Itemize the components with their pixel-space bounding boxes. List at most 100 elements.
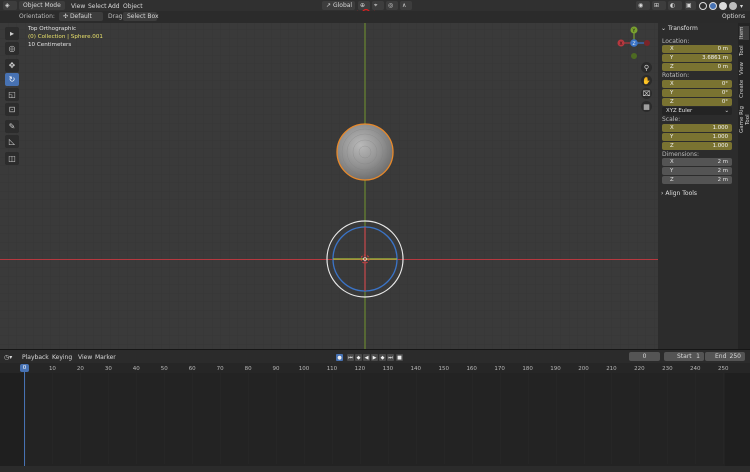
transform-orientation-dropdown[interactable]: ↗ Global: [322, 1, 355, 10]
scale-z-field[interactable]: Z 1.000: [662, 142, 732, 150]
timeline-tick-label: 160: [466, 366, 477, 372]
sphere-object[interactable]: [336, 123, 394, 181]
jump-start-button[interactable]: ⏮: [347, 354, 354, 361]
play-reverse-button[interactable]: ◀: [363, 354, 370, 361]
rotate-icon: ↻: [8, 75, 16, 84]
default-orientation-icon: ✣: [63, 13, 70, 20]
axis-label: Z: [670, 143, 674, 149]
scale-x-field[interactable]: X 1.000: [662, 124, 732, 132]
timeline-menu-view[interactable]: View: [78, 353, 92, 362]
pan-button[interactable]: ✋: [641, 75, 652, 86]
scale-y-field[interactable]: Y 1.000: [662, 133, 732, 141]
tab-create[interactable]: Create: [739, 79, 749, 99]
record-button[interactable]: ●: [336, 354, 343, 361]
timeline-menu-playback[interactable]: Playback: [22, 353, 49, 362]
overlays-button[interactable]: ◐: [668, 1, 682, 10]
scale-tool[interactable]: ◱: [5, 88, 19, 101]
dimensions-x-field[interactable]: X 2 m: [662, 158, 732, 166]
current-frame-field[interactable]: 0: [629, 352, 660, 361]
timeline-gridline: [471, 372, 473, 464]
location-x-field[interactable]: X 0 m: [662, 45, 732, 53]
shading-wireframe-button[interactable]: [699, 2, 707, 10]
zoom-button[interactable]: ⚲: [641, 62, 652, 73]
gizmo-toggle-button[interactable]: ⊞: [652, 1, 666, 10]
add-cube-tool[interactable]: ◫: [5, 152, 19, 165]
end-value: 250: [729, 353, 741, 360]
tab-view[interactable]: View: [739, 61, 749, 75]
timeline-gridline: [527, 372, 529, 464]
drag-dropdown[interactable]: Select Box: [123, 12, 159, 21]
rotation-mode-value: XYZ Euler: [666, 108, 693, 114]
timeline-tick-label: 70: [216, 366, 224, 372]
dropdown-arrow-icon: ⌄: [724, 108, 729, 114]
transform-orientation-label: Global: [332, 2, 353, 9]
viewport-3d[interactable]: Y Z X: [0, 23, 658, 349]
next-keyframe-button[interactable]: ◆: [379, 354, 386, 361]
proportional-edit-button[interactable]: ◎: [386, 1, 398, 10]
cursor-tool[interactable]: ◎: [5, 42, 19, 55]
rotation-z-field[interactable]: Z 0°: [662, 98, 732, 106]
location-z-field[interactable]: Z 0 m: [662, 63, 732, 71]
timeline-editor-icon[interactable]: ◷▾: [4, 353, 12, 362]
rotation-x-field[interactable]: X 0°: [662, 80, 732, 88]
transform-tool[interactable]: ⊡: [5, 103, 19, 116]
timeline-menu-marker[interactable]: Marker: [95, 353, 116, 362]
align-tools-panel-header[interactable]: › Align Tools: [661, 190, 697, 197]
shading-dropdown-icon[interactable]: ▾: [740, 2, 743, 11]
stop-button[interactable]: ■: [396, 354, 403, 361]
options-dropdown[interactable]: Options: [722, 13, 745, 20]
measure-tool[interactable]: ◺: [5, 135, 19, 148]
play-button[interactable]: ▶: [371, 354, 378, 361]
dimensions-z-field[interactable]: Z 2 m: [662, 176, 732, 184]
overlay-icon: ◐: [670, 2, 676, 9]
current-frame-value: 0: [642, 353, 647, 360]
start-frame-field[interactable]: Start 1: [664, 352, 704, 361]
perspective-toggle-button[interactable]: ▦: [641, 101, 652, 112]
camera-view-button[interactable]: ⌧: [641, 88, 652, 99]
annotate-tool[interactable]: ✎: [5, 120, 19, 133]
rotation-mode-dropdown[interactable]: XYZ Euler ⌄: [662, 107, 732, 115]
visibility-button[interactable]: ◉: [636, 1, 650, 10]
timeline-tick-label: 80: [244, 366, 252, 372]
scale-y-value: 1.000: [712, 134, 728, 140]
timeline-gridline: [555, 372, 557, 464]
timeline-tick-label: 30: [104, 366, 112, 372]
playhead-marker[interactable]: 0: [20, 364, 29, 372]
orientation-dropdown[interactable]: ✣ Default: [59, 12, 103, 21]
editor-type-button[interactable]: ◈: [3, 1, 17, 10]
dimensions-label: Dimensions:: [662, 151, 700, 158]
shading-rendered-button[interactable]: [729, 2, 737, 10]
shading-solid-button[interactable]: [709, 2, 717, 10]
falloff-button[interactable]: ∧: [400, 1, 412, 10]
rotate-tool[interactable]: ↻: [5, 73, 19, 86]
timeline-gridline: [611, 372, 613, 464]
timeline-gridline: [80, 372, 82, 464]
gizmo-x-label: X: [620, 41, 623, 47]
tab-item[interactable]: Item: [739, 26, 749, 40]
rotation-y-field[interactable]: Y 0°: [662, 89, 732, 97]
axis-label: Y: [670, 168, 674, 174]
menu-select[interactable]: Select: [88, 2, 107, 11]
end-frame-field[interactable]: End 250: [705, 352, 745, 361]
timeline-tick-label: 50: [160, 366, 168, 372]
tab-game-rig-tool[interactable]: Game Rig Tool: [739, 102, 750, 138]
dimensions-y-field[interactable]: Y 2 m: [662, 167, 732, 175]
jump-end-button[interactable]: ⏭: [387, 354, 394, 361]
xray-button[interactable]: ▣: [685, 1, 696, 10]
menu-add[interactable]: Add: [108, 2, 120, 11]
shading-material-button[interactable]: [719, 2, 727, 10]
prev-keyframe-button[interactable]: ◆: [355, 354, 362, 361]
timeline-menu-keying[interactable]: Keying: [52, 353, 72, 362]
tab-tool[interactable]: Tool: [739, 44, 749, 58]
location-y-field[interactable]: Y 3.6861 m: [662, 54, 732, 62]
axis-label: Y: [670, 134, 674, 140]
collection-info: (0) Collection | Sphere.001: [28, 34, 103, 40]
move-tool[interactable]: ✥: [5, 59, 19, 72]
view-name: Top Orthographic: [28, 26, 77, 32]
transform-panel-header[interactable]: ⌄ Transform: [661, 25, 698, 32]
menu-view[interactable]: View: [71, 2, 85, 11]
select-box-tool[interactable]: ▸: [5, 27, 19, 40]
menu-object[interactable]: Object: [123, 2, 143, 11]
mode-selector[interactable]: Object Mode: [19, 1, 65, 10]
stop-icon: ■: [397, 354, 402, 361]
